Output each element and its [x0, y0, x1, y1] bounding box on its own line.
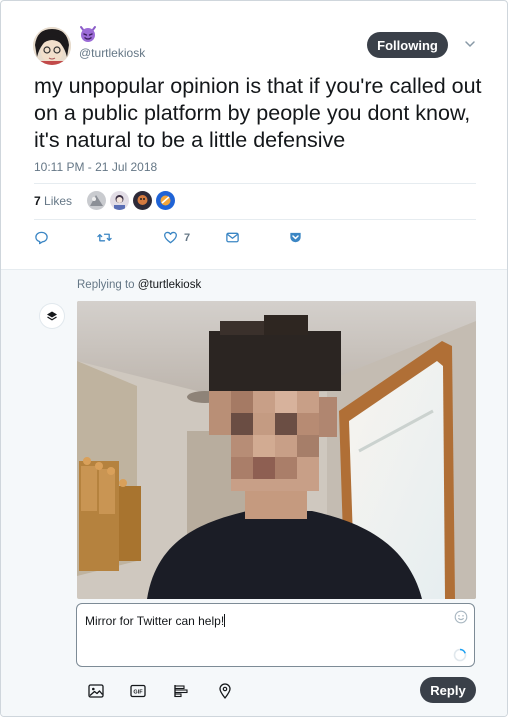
author-handle[interactable]: @turtlekiosk: [79, 46, 145, 60]
divider: [34, 219, 476, 220]
svg-text:GIF: GIF: [133, 689, 143, 695]
tweet-timestamp[interactable]: 10:11 PM - 21 Jul 2018: [34, 160, 157, 174]
location-icon[interactable]: [216, 682, 234, 700]
emoji-icon[interactable]: [454, 610, 468, 624]
retweet-icon: [97, 233, 112, 242]
following-button[interactable]: Following: [367, 32, 448, 58]
chevron-down-icon[interactable]: [463, 37, 477, 51]
layers-logo-icon: [47, 311, 57, 321]
reply-compose-field[interactable]: Mirror for Twitter can help!: [76, 603, 475, 667]
retweet-action[interactable]: [97, 230, 112, 245]
like-icon: [164, 231, 177, 244]
gif-icon[interactable]: GIF: [129, 682, 147, 700]
reply-icon: [35, 231, 48, 245]
divider: [34, 183, 476, 184]
author-avatar[interactable]: [33, 27, 71, 65]
liker-avatar[interactable]: [110, 191, 129, 210]
poll-icon[interactable]: [172, 682, 190, 700]
user-avatar[interactable]: [40, 304, 64, 328]
image-icon[interactable]: [87, 682, 105, 700]
character-count-ring-icon: [453, 648, 467, 662]
compose-text: Mirror for Twitter can help!: [85, 614, 225, 628]
devil-emoji-icon: [80, 26, 96, 42]
reply-button[interactable]: Reply: [420, 677, 476, 703]
like-count: 7: [184, 231, 191, 244]
liker-avatar[interactable]: [133, 191, 152, 210]
message-icon: [226, 232, 239, 243]
pocket-action[interactable]: [288, 230, 303, 245]
likes-label: Likes: [44, 194, 73, 208]
camera-photo: [77, 301, 476, 599]
text-cursor: [224, 614, 226, 627]
reply-action[interactable]: [34, 230, 49, 245]
replying-to-handle[interactable]: @turtlekiosk: [138, 279, 201, 291]
tweet-dialog: @turtlekiosk Following my unpopular opin…: [0, 0, 508, 717]
likes-count: 7: [34, 194, 41, 208]
likes-summary[interactable]: 7 Likes: [34, 194, 72, 208]
pocket-icon: [290, 232, 301, 243]
tweet-text: my unpopular opinion is that if you're c…: [34, 74, 482, 152]
replying-to-prefix: Replying to: [77, 279, 135, 291]
like-action[interactable]: 7: [163, 230, 190, 245]
liker-avatar[interactable]: [156, 191, 175, 210]
message-action[interactable]: [225, 230, 240, 245]
replying-to: Replying to @turtlekiosk: [77, 279, 201, 291]
liker-avatar[interactable]: [87, 191, 106, 210]
